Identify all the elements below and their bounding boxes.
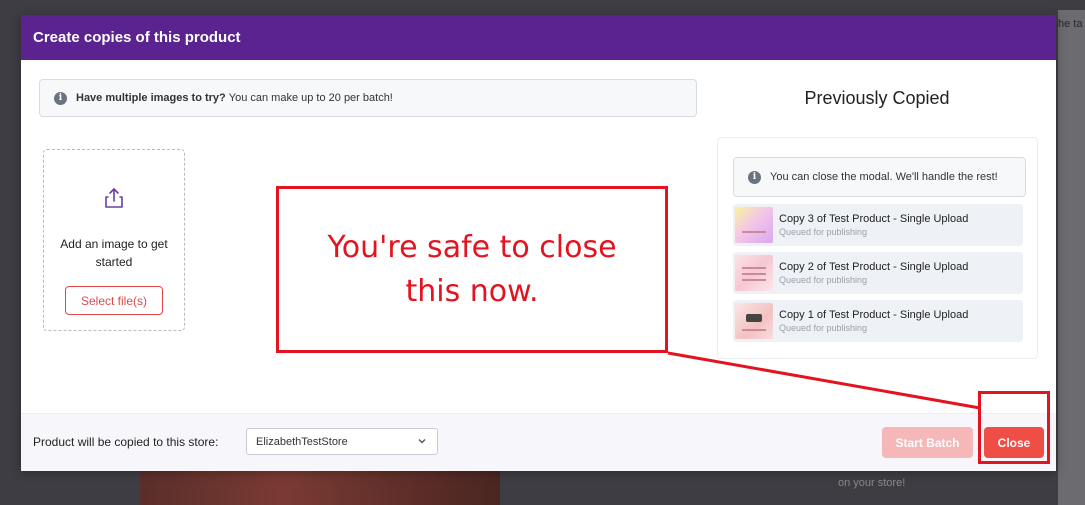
annotation-highlight-box <box>978 391 1050 464</box>
annotation-callout: You're safe to close this now. <box>276 186 668 353</box>
annotation-text: You're safe to close this now. <box>327 229 617 309</box>
